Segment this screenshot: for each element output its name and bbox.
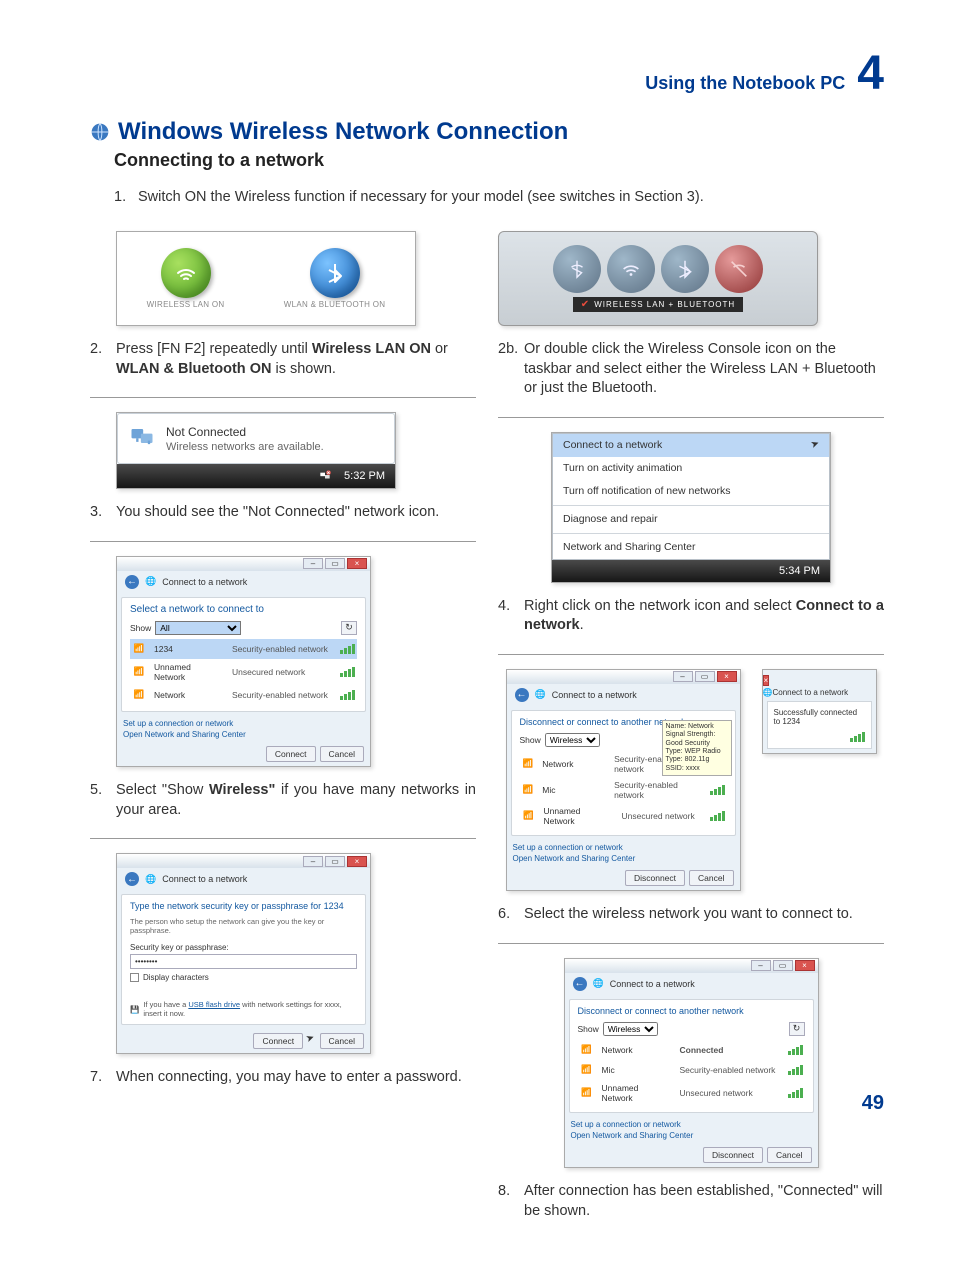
step-3: 3. You should see the "Not Connected" ne… <box>90 503 476 523</box>
tray-time: 5:34 PM <box>779 565 820 577</box>
cancel-button[interactable]: Cancel <box>320 746 364 762</box>
connect-button[interactable]: Connect <box>253 1033 303 1049</box>
network-icon <box>128 422 156 455</box>
balloon-subtitle: Wireless networks are available. <box>166 441 324 453</box>
separator <box>90 397 476 398</box>
cancel-button[interactable]: Cancel <box>767 1147 811 1163</box>
globe-icon <box>90 122 110 142</box>
setup-link[interactable]: Set up a connection or network <box>123 718 364 729</box>
step-2b: 2b. Or double click the Wireless Console… <box>498 340 884 399</box>
step-2: 2. Press [FN F2] repeatedly until Wirele… <box>90 340 476 379</box>
not-connected-balloon: Not Connected Wireless networks are avai… <box>116 412 396 489</box>
wireless-icons-shot: Wireless LAN ON WLAN & Bluetooth ON <box>116 231 416 326</box>
sharing-link[interactable]: Open Network and Sharing Center <box>513 853 734 864</box>
wlan-bt-ball-icon <box>553 245 601 293</box>
connected-dialog: –▭× ←🌐Connect to a network Disconnect or… <box>564 958 819 1168</box>
globe-icon: 🌐 <box>145 874 156 885</box>
wlan-ball-icon <box>607 245 655 293</box>
network-row[interactable]: 📶NetworkConnected <box>578 1040 805 1060</box>
wlan-on-label: Wireless LAN ON <box>147 300 225 309</box>
ctx-item[interactable]: Turn on activity animation <box>553 457 829 480</box>
success-panel: × 🌐Connect to a network Successfully con… <box>762 669 877 754</box>
network-row[interactable]: 📶MicSecurity-enabled network <box>520 777 727 803</box>
step-7: 7. When connecting, you may have to ente… <box>90 1068 476 1088</box>
step-5: 5. Select "Show Wireless" if you have ma… <box>90 781 476 820</box>
ctx-connect[interactable]: Connect to a network ➤ <box>553 434 829 457</box>
separator <box>90 838 476 839</box>
show-filter-select[interactable]: All Dial-up and VPN Wireless <box>155 621 241 635</box>
wlan-on-icon <box>161 248 211 298</box>
off-ball-icon <box>715 245 763 293</box>
tray-network-icon[interactable] <box>318 468 332 485</box>
sharing-link[interactable]: Open Network and Sharing Center <box>123 729 364 740</box>
network-row[interactable]: 📶MicSecurity-enabled network <box>578 1060 805 1080</box>
sub-title: Connecting to a network <box>114 150 884 171</box>
usb-link[interactable]: USB flash drive <box>188 1000 240 1009</box>
step-1: 1.Switch ON the Wireless function if nec… <box>114 189 884 205</box>
ctx-item[interactable]: Diagnose and repair <box>553 508 829 531</box>
select-network-dialog: –▭× ←🌐Connect to a network Select a netw… <box>116 556 371 767</box>
connect-button[interactable]: Connect <box>266 746 316 762</box>
check-icon: ✔ <box>581 299 590 310</box>
separator <box>90 541 476 542</box>
network-row[interactable]: 📶Unnamed NetworkUnsecured network <box>520 803 727 829</box>
bt-ball-icon <box>661 245 709 293</box>
step-8: 8. After connection has been established… <box>498 1182 884 1221</box>
ctx-item[interactable]: Turn off notification of new networks <box>553 480 829 503</box>
back-icon[interactable]: ← <box>125 872 139 886</box>
main-title: Windows Wireless Network Connection <box>118 118 568 146</box>
header-title: Using the Notebook PC <box>645 73 845 94</box>
back-icon[interactable]: ← <box>125 575 139 589</box>
tray-time: 5:32 PM <box>344 470 385 482</box>
display-chars-checkbox[interactable] <box>130 973 139 982</box>
select-wireless-dialog: –▭× ←🌐Connect to a network Disconnect or… <box>506 669 741 891</box>
refresh-icon[interactable]: ↻ <box>789 1022 805 1036</box>
bluetooth-on-icon <box>310 248 360 298</box>
usb-icon: 💾 <box>130 1005 139 1014</box>
passphrase-dialog: –▭× ←🌐Connect to a network Type the netw… <box>116 853 371 1054</box>
network-row[interactable]: 📶1234Security-enabled network <box>130 639 357 659</box>
setup-link[interactable]: Set up a connection or network <box>513 842 734 853</box>
cancel-button[interactable]: Cancel <box>320 1033 364 1049</box>
page-number: 49 <box>862 1092 884 1115</box>
show-filter-select[interactable]: Wireless <box>603 1022 658 1036</box>
passphrase-input[interactable]: •••••••• <box>130 954 357 969</box>
wireless-console-shot: ✔WIRELESS LAN + BLUETOOTH <box>498 231 818 326</box>
refresh-icon[interactable]: ↻ <box>341 621 357 635</box>
separator <box>498 943 884 944</box>
back-icon[interactable]: ← <box>515 688 529 702</box>
bt-on-label: WLAN & Bluetooth ON <box>284 300 386 309</box>
network-row[interactable]: 📶Unnamed NetworkUnsecured network <box>578 1080 805 1106</box>
context-menu-shot: Connect to a network ➤ Turn on activity … <box>551 432 831 583</box>
globe-icon: 🌐 <box>145 576 156 587</box>
page-header: Using the Notebook PC 4 <box>90 50 884 98</box>
sharing-link[interactable]: Open Network and Sharing Center <box>571 1130 812 1141</box>
step-6: 6. Select the wireless network you want … <box>498 905 884 925</box>
back-icon[interactable]: ← <box>573 977 587 991</box>
setup-link[interactable]: Set up a connection or network <box>571 1119 812 1130</box>
network-row[interactable]: 📶NetworkSecurity-enabled network <box>130 685 357 705</box>
step-4: 4. Right click on the network icon and s… <box>498 597 884 636</box>
cancel-button[interactable]: Cancel <box>689 870 733 886</box>
balloon-title: Not Connected <box>166 425 324 439</box>
separator <box>498 417 884 418</box>
network-row[interactable]: 📶Unnamed NetworkUnsecured network <box>130 659 357 685</box>
show-filter-select[interactable]: Wireless <box>545 733 600 747</box>
disconnect-button[interactable]: Disconnect <box>703 1147 763 1163</box>
chapter-number: 4 <box>857 50 884 98</box>
separator <box>498 654 884 655</box>
ctx-item[interactable]: Network and Sharing Center <box>553 536 829 559</box>
disconnect-button[interactable]: Disconnect <box>625 870 685 886</box>
network-tooltip: Name: Network Signal Strength: Good Secu… <box>662 720 732 776</box>
